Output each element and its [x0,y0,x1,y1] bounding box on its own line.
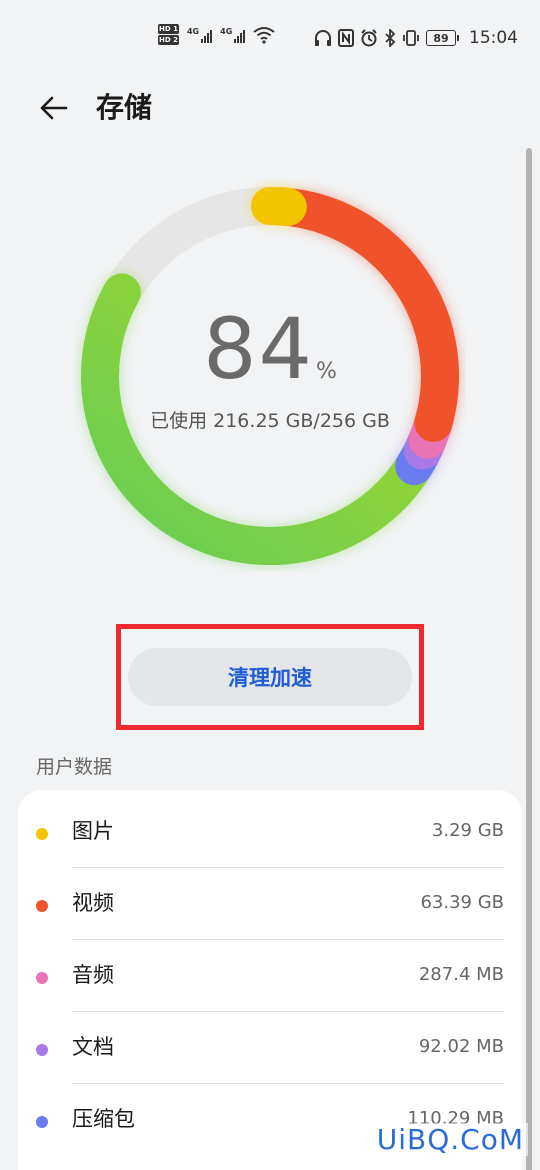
list-item-documents[interactable]: 文档 92.02 MB [18,1012,522,1084]
signal-1-icon: 4G [186,26,213,43]
back-button[interactable] [34,88,74,128]
alarm-icon [361,29,377,47]
usage-percent-value: 84 [203,300,314,398]
images-color-dot [36,828,48,840]
ring-segment-images [251,187,307,226]
clean-accelerate-button[interactable]: 清理加速 [128,648,412,706]
vibrate-icon [403,30,419,46]
nfc-icon [338,29,354,47]
battery-icon: 89 [426,30,459,46]
page-title: 存储 [96,91,153,124]
list-item-images[interactable]: 图片 3.29 GB [18,796,522,868]
list-item-audio[interactable]: 音频 287.4 MB [18,940,522,1012]
status-bar: HD 1 HD 2 4G 4G 89 15:04 [0,0,540,80]
clock: 15:04 [469,28,518,48]
usage-percent: 84% [0,300,540,398]
section-title-user-data: 用户数据 [36,756,113,778]
item-size: 3.29 GB [431,820,504,841]
cellular-status: HD 1 HD 2 4G 4G [158,24,275,45]
sim1-label: HD 1 [158,24,179,34]
item-name: 压缩包 [72,1107,135,1131]
sim-tags: HD 1 HD 2 [158,24,179,45]
net1-label: 4G [186,26,200,36]
documents-color-dot [36,1044,48,1056]
sim2-label: HD 2 [158,35,179,45]
app-header: 存储 [0,80,540,136]
archives-color-dot [36,1116,48,1128]
usage-percent-unit: % [315,359,337,384]
item-size: 63.39 GB [420,892,504,913]
watermark: UiBQ.CoM [372,1123,528,1156]
bluetooth-icon [385,29,396,47]
item-size: 287.4 MB [418,964,504,985]
used-capacity-label: 已使用 216.25 GB/256 GB [150,410,390,432]
net2-label: 4G [220,26,233,36]
sim2-tag: HD 2 [158,35,179,45]
item-name: 视频 [72,891,114,915]
sim1-tag: HD 1 [158,24,179,34]
system-status: 89 15:04 [314,28,518,48]
wifi-icon [253,26,275,44]
videos-color-dot [36,900,48,912]
arrow-left-icon [40,96,68,120]
headphones-icon [315,30,331,46]
audio-color-dot [36,972,48,984]
signal-2-icon: 4G [220,26,246,43]
battery-level: 89 [426,30,456,46]
item-name: 图片 [72,819,114,843]
list-item-videos[interactable]: 视频 63.39 GB [18,868,522,940]
item-name: 音频 [72,963,114,987]
user-data-card: 图片 3.29 GB 视频 63.39 GB 音频 287.4 MB 文档 92… [18,790,522,1170]
storage-page: HD 1 HD 2 4G 4G 89 15:04 存储 84% 已使用 216.… [0,0,540,1170]
item-size: 92.02 MB [418,1036,504,1057]
item-name: 文档 [72,1035,114,1059]
